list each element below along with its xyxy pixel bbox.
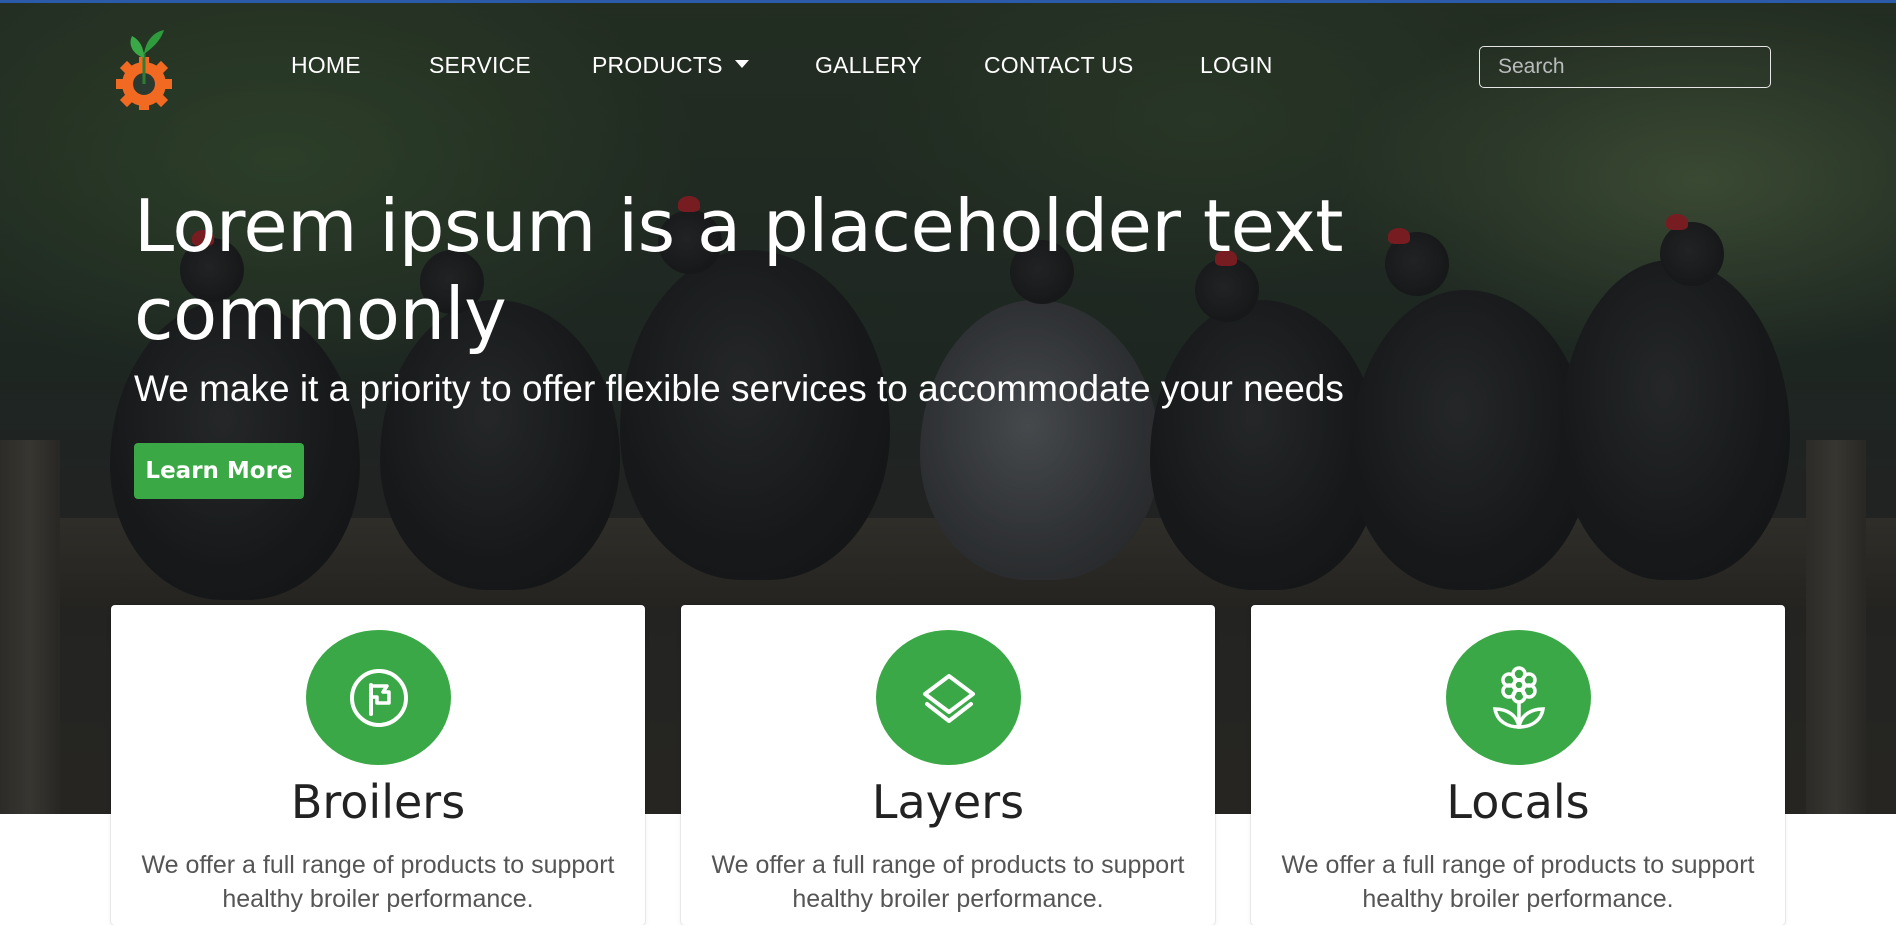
card-text: We offer a full range of products to sup… (1281, 851, 1755, 913)
card-icon-circle (876, 630, 1021, 765)
nav-products-dropdown[interactable]: PRODUCTS (592, 52, 749, 79)
hero-subtitle: We make it a priority to offer flexible … (134, 368, 1344, 409)
nav-products-label: PRODUCTS (592, 52, 723, 78)
gear-sprout-logo-icon[interactable] (108, 24, 184, 110)
card-title: Locals (1446, 775, 1590, 829)
layers-icon (922, 673, 975, 723)
flag-circle-icon (349, 668, 408, 727)
card-title: Broilers (290, 775, 466, 829)
nav-login-link[interactable]: LOGIN (1200, 52, 1273, 79)
card-icon-circle (306, 630, 451, 765)
hero-title: Lorem ipsum is a placeholder text common… (134, 184, 1344, 356)
nav-gallery-link[interactable]: GALLERY (815, 52, 922, 79)
top-accent-line (0, 0, 1896, 3)
nav-home-link[interactable]: HOME (291, 52, 361, 79)
card-icon-circle (1446, 630, 1591, 765)
caret-down-icon (734, 59, 749, 68)
nav-service-link[interactable]: SERVICE (429, 52, 531, 79)
flower-icon (1492, 665, 1545, 729)
search-input[interactable] (1479, 46, 1771, 88)
service-card-locals[interactable]: Locals We offer a full range of products… (1251, 605, 1785, 925)
learn-more-button[interactable]: Learn More (134, 443, 304, 499)
card-text: We offer a full range of products to sup… (141, 851, 615, 913)
card-text: We offer a full range of products to sup… (711, 851, 1185, 913)
service-card-layers[interactable]: Layers We offer a full range of products… (681, 605, 1215, 925)
nav-contact-link[interactable]: CONTACT US (984, 52, 1133, 79)
card-title: Layers (871, 775, 1025, 829)
service-card-broilers[interactable]: Broilers We offer a full range of produc… (111, 605, 645, 925)
